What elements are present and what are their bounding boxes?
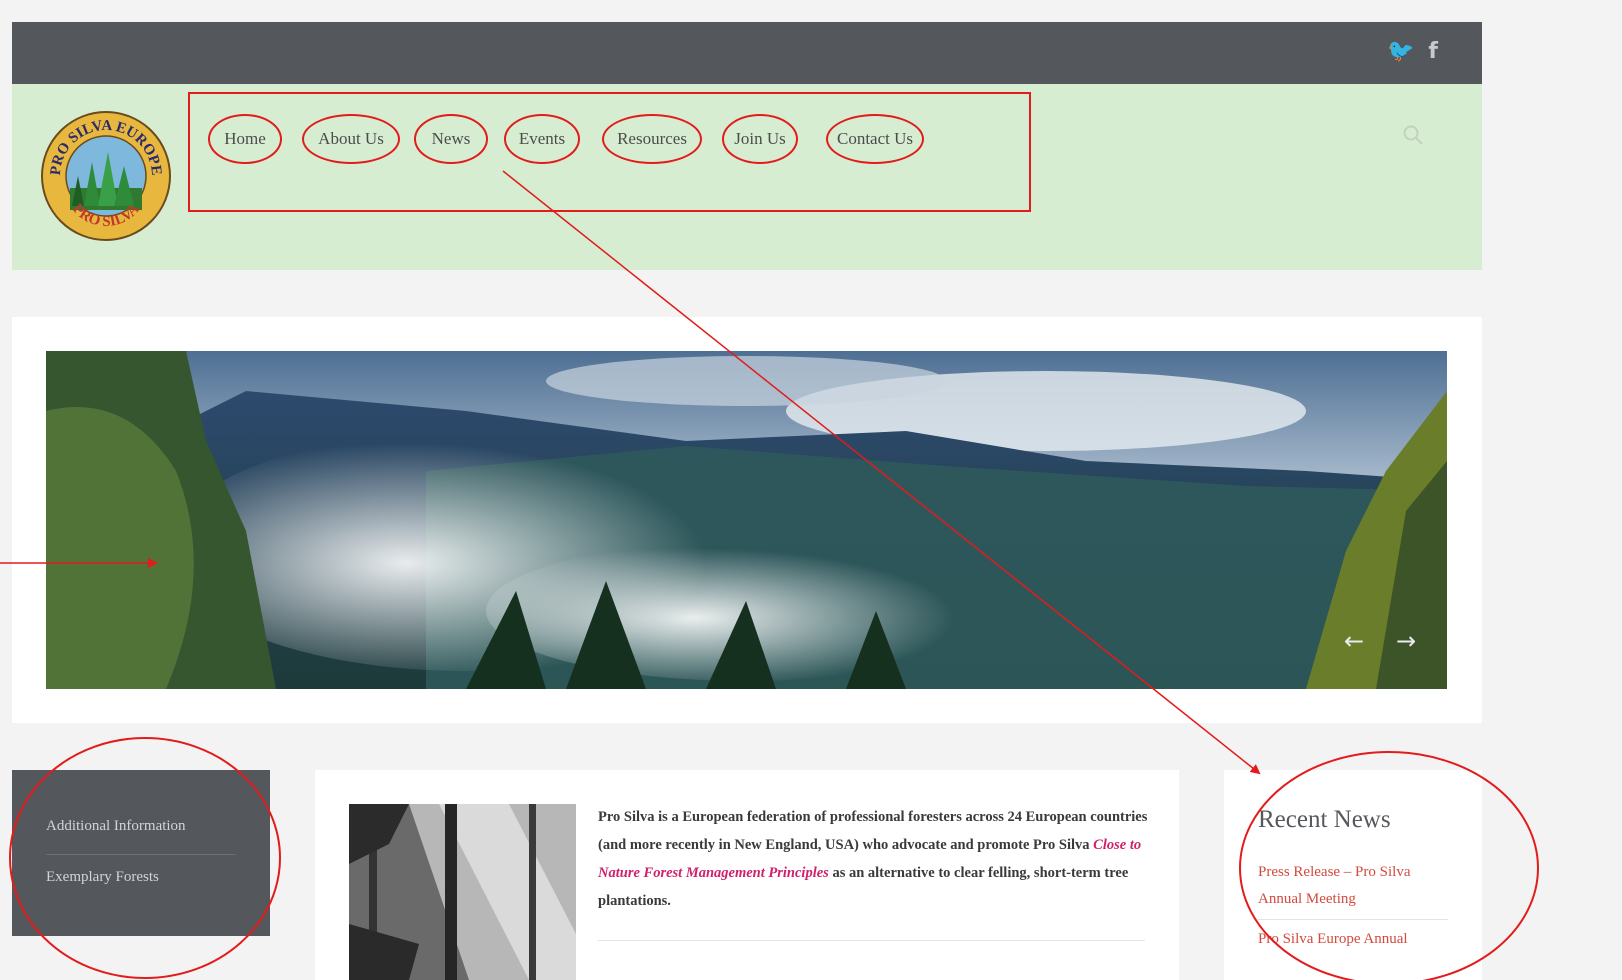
- sidebar-item-exemplary-forests[interactable]: Exemplary Forests: [46, 869, 236, 886]
- intro-text: Pro Silva is a European federation of pr…: [598, 809, 1148, 853]
- pro-silva-logo[interactable]: PRO SILVA EUROPE PRO SILVA: [40, 110, 172, 242]
- nav-join-us[interactable]: Join Us: [722, 114, 798, 164]
- slider-prev-button[interactable]: ←: [1344, 629, 1364, 653]
- main-content: Pro Silva is a European federation of pr…: [315, 770, 1179, 980]
- sidebar-menu: Additional Information Exemplary Forests: [12, 770, 270, 936]
- news-item-press-release[interactable]: Press Release – Pro Silva Annual Meeting: [1258, 859, 1448, 913]
- hero-slider: ← →: [12, 317, 1482, 723]
- recent-news-title: Recent News: [1258, 806, 1391, 833]
- sidebar-divider: [46, 854, 236, 855]
- content-divider: [598, 940, 1145, 941]
- site-header: PRO SILVA EUROPE PRO SILVA Home About Us…: [12, 84, 1482, 270]
- nav-resources[interactable]: Resources: [602, 114, 702, 164]
- nav-contact-us[interactable]: Contact Us: [826, 114, 924, 164]
- hero-forest-image: [46, 351, 1447, 689]
- recent-news-widget: Recent News Press Release – Pro Silva An…: [1224, 770, 1482, 980]
- news-divider: [1258, 919, 1448, 920]
- search-icon[interactable]: [1402, 124, 1424, 146]
- sidebar-item-additional-information[interactable]: Additional Information: [46, 818, 236, 835]
- facebook-icon[interactable]: f: [1428, 38, 1438, 66]
- social-links: 🐦 f: [1387, 38, 1438, 66]
- nav-news[interactable]: News: [414, 114, 488, 164]
- main-nav: Home About Us News Events Resources Join…: [188, 92, 1031, 212]
- nav-events[interactable]: Events: [504, 114, 580, 164]
- top-bar: 🐦 f: [12, 22, 1482, 84]
- twitter-icon[interactable]: 🐦: [1387, 38, 1414, 66]
- news-item-annual[interactable]: Pro Silva Europe Annual: [1258, 926, 1448, 953]
- slider-next-button[interactable]: →: [1396, 629, 1416, 653]
- nav-about-us[interactable]: About Us: [302, 114, 400, 164]
- nav-home[interactable]: Home: [208, 114, 282, 164]
- forest-thumbnail-image: [349, 804, 576, 980]
- intro-paragraph: Pro Silva is a European federation of pr…: [598, 803, 1154, 915]
